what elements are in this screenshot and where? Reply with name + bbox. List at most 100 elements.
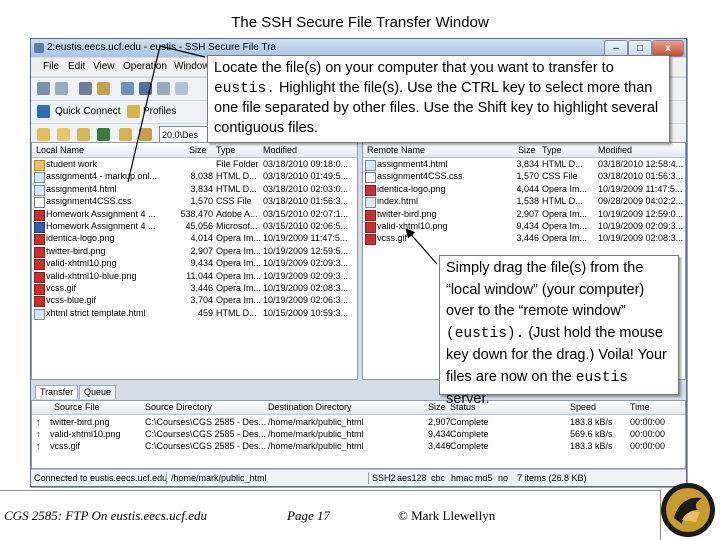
transfer-speed-column[interactable]: Speed (570, 401, 596, 414)
menu-window[interactable]: Window (174, 61, 210, 72)
source-directory-column[interactable]: Source Directory (145, 401, 212, 414)
slide-footer: CGS 2585: FTP On eustis.eecs.ucf.edu Pag… (0, 490, 720, 540)
menu-operation[interactable]: Operation (123, 61, 167, 72)
transfer-size: 3,446 (428, 441, 451, 451)
html-file-icon (34, 308, 45, 320)
item-count-status: 7 items (26.8 KB) (517, 473, 587, 483)
profiles-icon (127, 105, 140, 118)
transfer-status: Complete (450, 441, 489, 451)
menu-file[interactable]: File (43, 61, 59, 72)
file-name: vcss-blue.gif (46, 295, 97, 306)
new-window-icon[interactable] (157, 82, 170, 95)
file-modified: 10/19/2009 02:08:3... (263, 283, 349, 293)
file-row[interactable]: assignment4.html 3,834 HTML D... 03/18/2010… (32, 183, 357, 196)
file-name: assignment4CSS.css (46, 196, 132, 207)
destination-directory-column[interactable]: Destination Directory (268, 401, 352, 414)
folder-icon[interactable] (139, 128, 152, 141)
find-icon[interactable] (79, 82, 92, 95)
image-file-icon (34, 271, 45, 283)
menu-edit[interactable]: Edit (68, 61, 85, 72)
html-file-icon (365, 160, 376, 171)
callout2-text: Simply drag the file(s) from the “local … (446, 260, 645, 319)
file-row[interactable]: assignment4CSS.css 1,570 CSS File 03/18/201… (363, 170, 685, 184)
file-row[interactable]: identica-logo.png 4,044 Opera Im... 10/19/2… (363, 183, 685, 196)
file-row[interactable]: valid-xhtml10.png 9,434 Opera Im... 10/19/2… (363, 220, 685, 233)
file-size: 459 (197, 307, 213, 318)
file-name: valid-xhtml10.png (377, 221, 448, 231)
transfer-source-dir: C:\Courses\CGS 2585 - Des... (145, 441, 267, 451)
file-type: Opera Im... (216, 283, 262, 293)
file-row[interactable]: vcss.gif 3,446 Opera Im... 10/19/2009 02:08… (363, 232, 685, 246)
folder-up-icon[interactable] (37, 128, 50, 141)
transfer-row[interactable]: ↑ twitter-bird.png C:\Courses\CGS 2585 - D… (32, 416, 685, 428)
profiles-button[interactable]: Profiles (143, 104, 176, 120)
file-row[interactable]: vcss.gif 3,446 Opera Im... 10/19/2009 02:08… (32, 282, 357, 295)
transfer-row[interactable]: ↑ valid-xhtml10.png C:\Courses\CGS 2585 - … (32, 428, 685, 440)
transfer-size: 2,907 (428, 417, 451, 427)
callout2-eustis: eustis (575, 369, 628, 386)
file-type: Opera Im... (216, 233, 262, 244)
source-file-column[interactable]: Source File (54, 401, 100, 414)
file-row[interactable]: assignment4CSS.css 1,570 CSS File 03/18/201… (32, 195, 357, 209)
file-name: xhtml strict template.html (46, 307, 146, 318)
file-modified: 10/19/2009 02:06:3... (263, 295, 349, 306)
transfer-size-column[interactable]: Size (428, 401, 446, 414)
file-row[interactable]: Homework Assignment 4 ... 538,470 Adobe A.… (32, 208, 357, 221)
print-icon[interactable] (55, 82, 68, 95)
local-file-pane[interactable]: Local Name Size Type Modified student wo… (31, 142, 358, 380)
local-type-column[interactable]: Type (216, 143, 236, 157)
upload-arrow-icon: ↑ (36, 429, 41, 439)
remote-size-column[interactable]: Size (518, 143, 536, 157)
tab-queue[interactable]: Queue (79, 385, 117, 399)
local-modified-column[interactable]: Modified (263, 143, 297, 157)
copy-icon[interactable] (121, 82, 134, 95)
file-size: 9,434 (190, 258, 213, 269)
tab-transfer[interactable]: Transfer (35, 385, 79, 399)
menu-view[interactable]: View (93, 61, 115, 72)
home-folder-icon[interactable] (57, 128, 70, 141)
file-size: 3,704 (190, 295, 213, 306)
file-row[interactable]: valid-xhtml10-blue.png 11,044 Opera Im... 1… (32, 270, 357, 283)
upload-arrow-icon: ↑ (36, 441, 41, 451)
file-row[interactable]: index.html 1,538 HTML D... 09/28/2009 04:02… (363, 195, 685, 209)
file-modified: 10/19/2009 12:59:0... (598, 208, 684, 219)
file-row[interactable]: twitter-bird.png 2,907 Opera Im... 10/19/20… (32, 245, 357, 258)
file-row[interactable]: vcss-blue.gif 3,704 Opera Im... 10/19/2009 … (32, 294, 357, 308)
file-row[interactable]: Homework Assignment 4 ... 45,056 Microsof.… (32, 220, 357, 233)
file-modified: 10/15/2009 10:59:3... (263, 307, 349, 318)
file-type: HTML D... (216, 183, 257, 194)
quick-connect-button[interactable]: Quick Connect (55, 104, 121, 120)
file-size: 9,434 (516, 221, 539, 231)
remote-modified-column[interactable]: Modified (598, 143, 632, 157)
file-row[interactable]: identica-logo.png 4,014 Opera Im... 10/19/2… (32, 232, 357, 246)
desktop-icon[interactable] (119, 128, 132, 141)
connect-icon[interactable] (139, 82, 152, 95)
save-icon[interactable] (37, 82, 50, 95)
file-row[interactable]: twitter-bird.png 2,907 Opera Im... 10/19/20… (363, 208, 685, 221)
local-size-column[interactable]: Size (189, 143, 207, 157)
refresh-icon[interactable] (97, 128, 110, 141)
transfer-dest-dir: /home/mark/public_html (268, 417, 364, 427)
file-type: Microsof... (216, 221, 258, 231)
file-row[interactable]: assignment4 - markup onl... 8,038 HTML D..… (32, 170, 357, 184)
file-row[interactable]: xhtml strict template.html 459 HTML D... 10… (32, 307, 357, 320)
instruction-callout-locate: Locate the file(s) on your computer that… (207, 55, 670, 143)
transfer-time-column[interactable]: Time (630, 401, 650, 414)
file-modified: 03/18/2010 01:56:3... (598, 171, 684, 182)
transfer-list[interactable]: Source File Source Directory Destination… (31, 400, 686, 469)
remote-type-column[interactable]: Type (542, 143, 562, 157)
new-folder-icon[interactable] (77, 128, 90, 141)
file-row[interactable]: assignment4.html 3,834 HTML D... 03/18/2010… (363, 158, 685, 171)
slide-title: The SSH Secure File Transfer Window (231, 14, 489, 31)
image-file-icon (34, 259, 45, 271)
paste-icon[interactable] (97, 82, 110, 95)
file-row[interactable]: student work File Folder 03/18/2010 09:18:… (32, 158, 357, 171)
image-file-icon (365, 234, 376, 246)
file-row[interactable]: valid-xhtml10.png 9,434 Opera Im... 10/19/2… (32, 257, 357, 271)
settings-icon[interactable] (175, 82, 188, 95)
remote-name-column[interactable]: Remote Name (367, 143, 425, 157)
transfer-row[interactable]: ↑ vcss.gif C:\Courses\CGS 2585 - Des.../ho… (32, 440, 685, 452)
upload-arrow-icon: ↑ (36, 417, 41, 427)
local-name-column[interactable]: Local Name (36, 143, 84, 157)
doc-file-icon (34, 222, 45, 233)
